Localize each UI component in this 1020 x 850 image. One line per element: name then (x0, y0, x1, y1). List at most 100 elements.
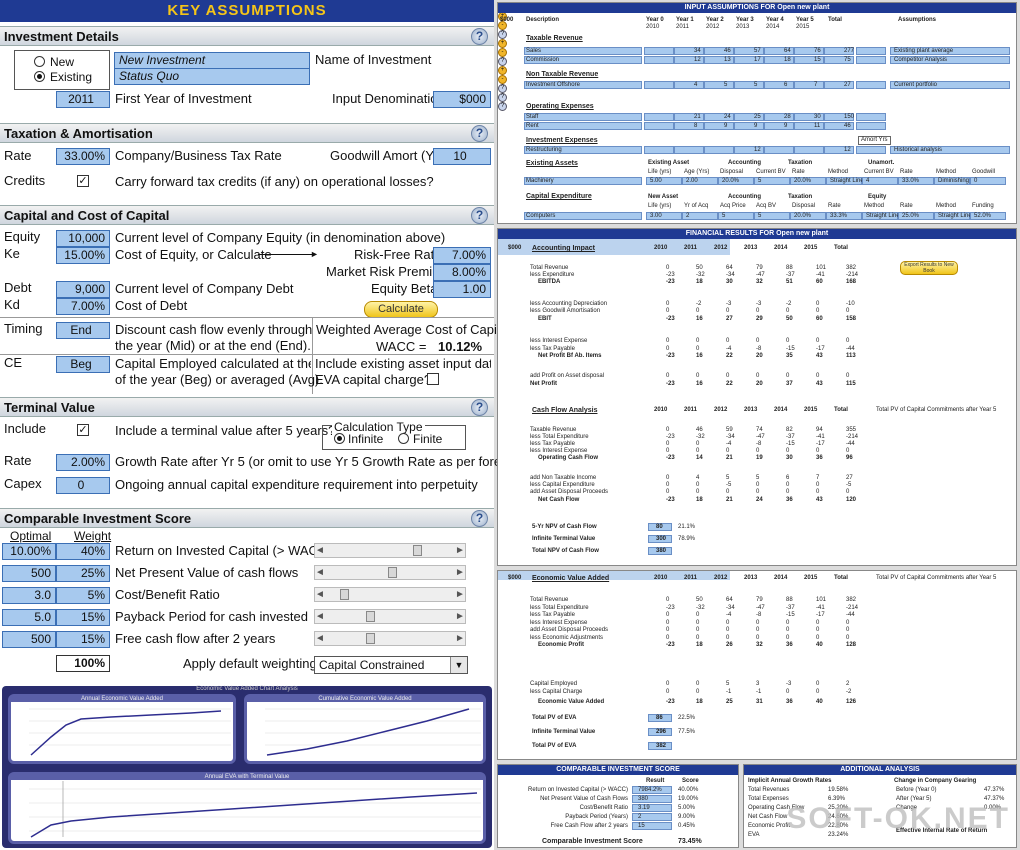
weight-slider[interactable]: ◄ ► (314, 609, 466, 624)
value-cell[interactable] (674, 146, 704, 154)
value: 0 (666, 681, 670, 687)
slider-right-arrow-icon[interactable]: ► (455, 544, 465, 557)
value-cell[interactable] (644, 146, 674, 154)
help-icon[interactable]: ? (471, 125, 488, 142)
slider-right-arrow-icon[interactable]: ► (455, 610, 465, 623)
weight-input[interactable]: 40% (56, 543, 110, 560)
help-icon[interactable]: ? (471, 207, 488, 224)
optimal-input[interactable]: 5.0 (2, 609, 56, 626)
slider-left-arrow-icon[interactable]: ◄ (315, 588, 325, 601)
chevron-down-icon[interactable]: ▼ (450, 657, 467, 673)
first-year-input[interactable]: 2011 (56, 91, 110, 108)
risk-free-input[interactable]: 7.00% (433, 247, 491, 264)
slider-thumb[interactable] (412, 545, 422, 556)
growth-rate-input[interactable]: 2.00% (56, 454, 110, 471)
value-cell[interactable] (644, 113, 674, 121)
value-cell[interactable] (674, 81, 704, 89)
value-cell[interactable] (644, 56, 674, 64)
debt-input[interactable]: 9,000 (56, 281, 110, 298)
remove-row-icon[interactable]: - (498, 48, 507, 57)
help-icon[interactable]: ? (498, 102, 507, 111)
weight-input[interactable]: 15% (56, 609, 110, 626)
value-cell[interactable] (704, 146, 734, 154)
kd-input[interactable]: 7.00% (56, 298, 110, 315)
ce-input[interactable]: Beg (56, 356, 110, 373)
optimal-input[interactable]: 500 (2, 565, 56, 582)
value-cell[interactable] (644, 122, 674, 130)
slider-left-arrow-icon[interactable]: ◄ (315, 566, 325, 579)
weight-slider[interactable]: ◄ ► (314, 631, 466, 646)
value-cell[interactable] (764, 122, 794, 130)
slider-right-arrow-icon[interactable]: ► (455, 588, 465, 601)
score-value: 19.00% (678, 796, 699, 802)
value-cell[interactable] (764, 146, 794, 154)
beta-input[interactable]: 1.00 (433, 281, 491, 298)
value-cell[interactable] (644, 81, 674, 89)
slider-thumb[interactable] (366, 633, 376, 644)
value-cell[interactable] (734, 122, 764, 130)
weight-input[interactable]: 25% (56, 565, 110, 582)
slider-right-arrow-icon[interactable]: ► (455, 566, 465, 579)
row-label: Economic Profit (538, 642, 585, 648)
equity-input[interactable]: 10,000 (56, 230, 110, 247)
value-cell[interactable] (704, 122, 734, 130)
ke-input[interactable]: 15.00% (56, 247, 110, 264)
optimal-input[interactable]: 500 (2, 631, 56, 648)
value: 0 (696, 634, 700, 641)
wacc-value: 10.12% (438, 339, 483, 354)
slider-thumb[interactable] (388, 567, 398, 578)
optimal-input[interactable]: 3.0 (2, 587, 56, 604)
investment-name-input-2[interactable]: Status Quo (114, 68, 310, 85)
tax-rate-input[interactable]: 33.00% (56, 148, 110, 165)
add-row-icon[interactable]: + (498, 66, 507, 75)
value-cell[interactable] (794, 81, 824, 89)
slider-left-arrow-icon[interactable]: ◄ (315, 544, 325, 557)
goodwill-input[interactable]: 10 (433, 148, 491, 165)
capex-input[interactable]: 0 (56, 477, 110, 494)
slider-left-arrow-icon[interactable]: ◄ (315, 610, 325, 623)
help-icon[interactable]: ? (498, 93, 507, 102)
help-icon[interactable]: ? (471, 28, 488, 45)
help-icon[interactable]: ? (471, 399, 488, 416)
market-risk-input[interactable]: 8.00% (433, 264, 491, 281)
denomination-input[interactable]: $000 (433, 91, 491, 108)
value: 0 (666, 689, 670, 695)
weight-input[interactable]: 5% (56, 587, 110, 604)
value-cell[interactable] (644, 47, 674, 55)
help-icon[interactable]: ? (498, 57, 507, 66)
slider-thumb[interactable] (366, 611, 376, 622)
value: -8 (756, 612, 762, 618)
slider-left-arrow-icon[interactable]: ◄ (315, 632, 325, 645)
section-header: Economic Value Added (532, 575, 610, 582)
help-icon[interactable]: ? (498, 30, 507, 39)
value-cell[interactable] (794, 146, 824, 154)
slider-thumb[interactable] (339, 589, 349, 600)
remove-row-icon[interactable]: - (498, 75, 507, 84)
weighting-dropdown[interactable]: Capital Constrained ▼ (314, 656, 468, 674)
value-cell[interactable] (674, 122, 704, 130)
radio-finite[interactable] (398, 433, 409, 444)
include-checkbox[interactable]: ✓ (77, 424, 89, 436)
help-icon[interactable]: ? (498, 84, 507, 93)
investment-name-input[interactable]: New Investment (114, 52, 310, 69)
calculate-button[interactable]: Calculate (364, 301, 438, 318)
radio-new[interactable] (34, 56, 45, 67)
value-cell[interactable] (734, 81, 764, 89)
timing-input[interactable]: End (56, 322, 110, 339)
radio-existing[interactable] (34, 71, 45, 82)
optimal-input[interactable]: 10.00% (2, 543, 56, 560)
slider-right-arrow-icon[interactable]: ► (455, 632, 465, 645)
export-results-button[interactable]: Export Results to New Book (900, 261, 958, 275)
weight-input[interactable]: 15% (56, 631, 110, 648)
credits-checkbox[interactable]: ✓ (77, 175, 89, 187)
eva-checkbox[interactable] (427, 373, 439, 385)
help-icon[interactable]: ? (471, 510, 488, 527)
value-cell[interactable] (764, 81, 794, 89)
weight-slider[interactable]: ◄ ► (314, 565, 466, 580)
add-row-icon[interactable]: + (498, 39, 507, 48)
value: 30 (814, 114, 821, 120)
weight-slider[interactable]: ◄ ► (314, 587, 466, 602)
weight-slider[interactable]: ◄ ► (314, 543, 466, 558)
value-cell[interactable] (704, 81, 734, 89)
radio-infinite[interactable] (334, 433, 345, 444)
